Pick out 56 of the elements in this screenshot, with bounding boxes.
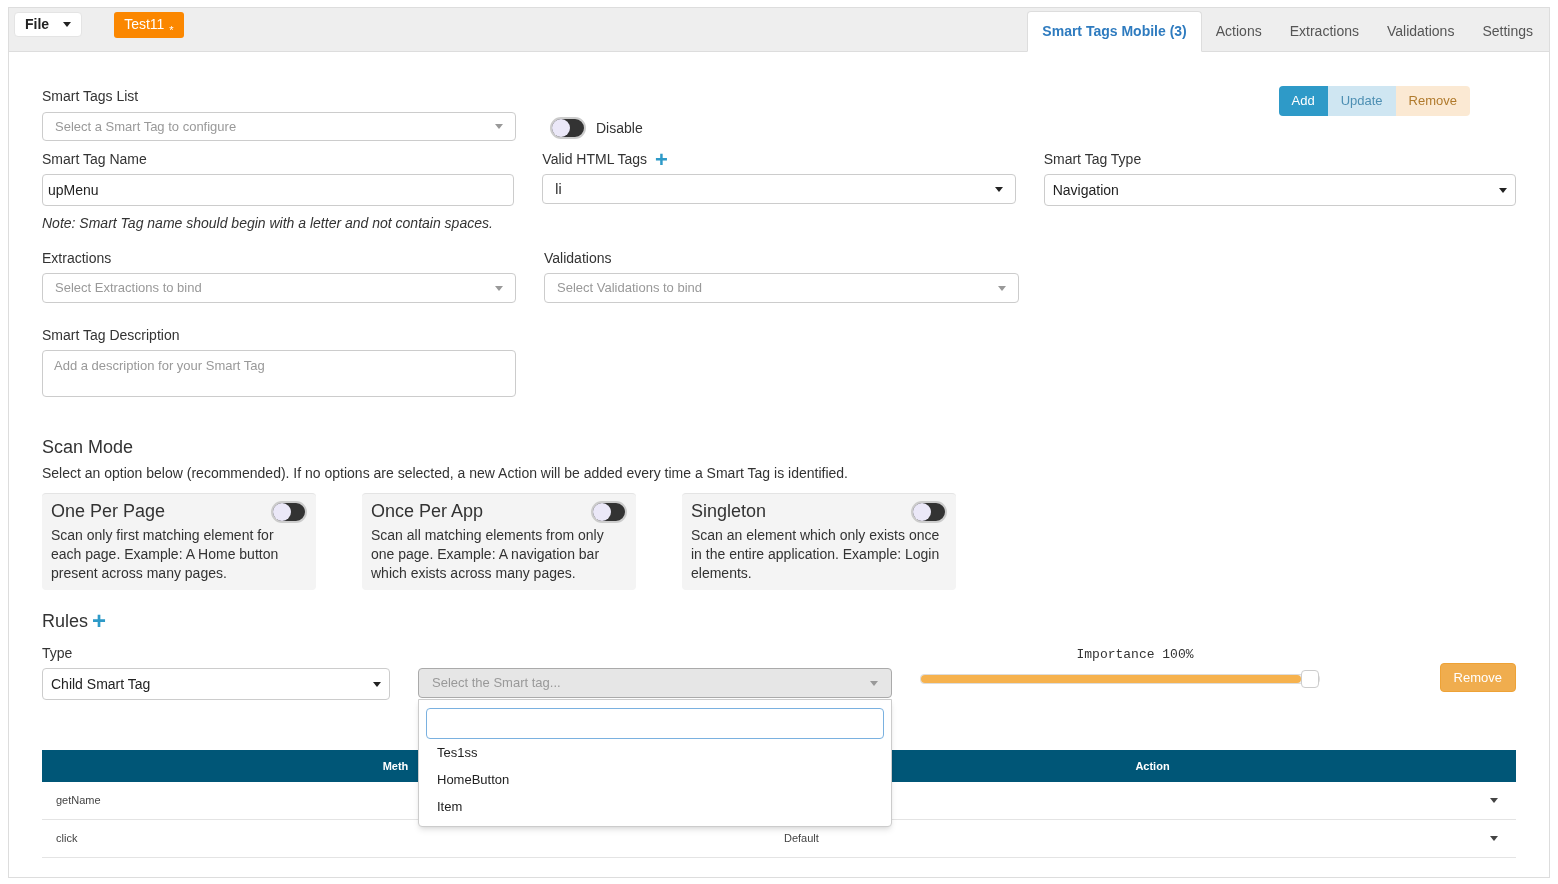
file-menu-button[interactable]: File — [14, 12, 83, 37]
toggle-switch[interactable] — [550, 117, 586, 139]
description-field[interactable]: Add a description for your Smart Tag — [42, 350, 516, 397]
rule-type-select[interactable]: Child Smart Tag — [42, 668, 390, 700]
slider-thumb[interactable] — [1301, 670, 1319, 688]
caret-icon — [994, 186, 1003, 192]
caret-icon — [1490, 836, 1498, 841]
search-input-field[interactable] — [426, 708, 884, 739]
note-text: Note: Smart Tag name should begin with a letter and not contain spaces. — [42, 214, 494, 233]
field-label: Smart Tag Name — [42, 151, 148, 168]
dropdown-option[interactable]: Tes1ss — [419, 739, 891, 766]
caret-icon — [998, 285, 1006, 291]
tab[interactable]: Settings — [1468, 11, 1547, 51]
section-title: Scan Mode — [42, 436, 135, 458]
field-label: Smart Tags List — [42, 88, 140, 105]
card-text: Scan an element which only exists once in the entire application. Example: Login elements. — [691, 526, 941, 583]
action-select[interactable]: Default — [779, 830, 1516, 847]
name-input-field[interactable]: upMenu — [42, 174, 515, 206]
tab[interactable]: Validations — [1372, 11, 1469, 51]
tab[interactable]: Extractions — [1275, 11, 1373, 51]
field-label: Smart Tag Type — [1043, 151, 1143, 168]
card-title: Once Per App — [371, 500, 484, 523]
toggle-switch[interactable] — [271, 500, 307, 523]
toggle-switch[interactable] — [911, 500, 947, 523]
dropdown-option[interactable]: Item — [419, 793, 891, 820]
card-text: Scan only first matching element for each page. Example: A Home button present across many pages. — [51, 526, 280, 583]
field-label: Smart Tag Description — [42, 327, 181, 344]
html-tags-select[interactable]: li — [542, 174, 1016, 204]
caret-icon — [63, 22, 72, 27]
caret-icon — [373, 681, 381, 687]
card-title: Singleton — [691, 500, 767, 523]
field-label: Type — [42, 645, 74, 662]
column-header: Action — [1135, 758, 1170, 774]
caret-icon — [495, 285, 503, 291]
table-cell: click — [56, 832, 78, 845]
field-label: Validations — [544, 250, 613, 267]
section-title: Rules — [42, 609, 89, 633]
toggle-label: Disable — [596, 118, 643, 138]
card-title: One Per Page — [51, 500, 166, 523]
importance-label: Importance 100% — [1075, 646, 1195, 662]
tab[interactable]: Smart Tags Mobile (3) — [1027, 11, 1202, 52]
caret-icon — [1499, 187, 1507, 193]
caret-icon — [495, 124, 503, 129]
section-description: Select an option below (recommended). If no options are selected, a new Action will be added every time a Smart Tag is identified. — [42, 464, 849, 483]
tab[interactable]: Actions — [1201, 11, 1276, 51]
modified-mark: * — [169, 25, 174, 36]
card-text: Scan all matching elements from only one page. Example: A navigation bar which exists across many pages. — [371, 526, 605, 583]
caret-icon — [1490, 798, 1498, 803]
tag-type-select[interactable]: Navigation — [1043, 174, 1516, 206]
column-header: Meth — [382, 758, 409, 774]
toggle-switch[interactable] — [591, 500, 627, 523]
caret-icon — [870, 680, 878, 686]
dropdown-option[interactable]: HomeButton — [419, 766, 891, 793]
field-label: Valid HTML Tags — [542, 150, 648, 169]
table-cell: getName — [56, 794, 101, 807]
field-label: Extractions — [42, 250, 113, 267]
